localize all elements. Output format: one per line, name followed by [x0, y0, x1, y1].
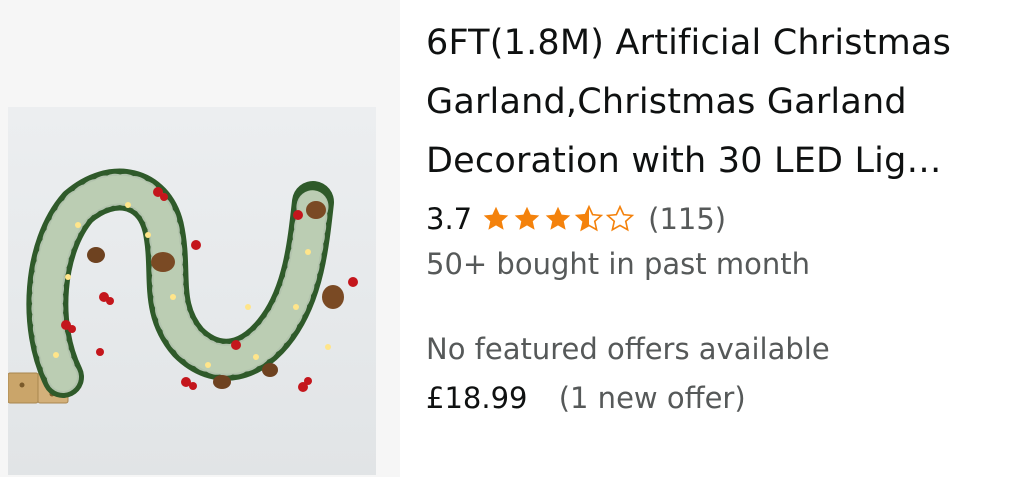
- star-half-icon: [574, 204, 604, 232]
- star-full-icon: [483, 206, 509, 230]
- product-card[interactable]: 6FT(1.8M) Artificial Christmas Garland,C…: [0, 0, 1015, 477]
- new-offer-link[interactable]: (1 new offer): [559, 381, 746, 415]
- product-info: 6FT(1.8M) Artificial Christmas Garland,C…: [426, 14, 1001, 418]
- product-title-line-3[interactable]: Decoration with 30 LED Lig…: [426, 132, 986, 191]
- no-featured-offers-text: No featured offers available: [426, 332, 830, 366]
- product-image-panel[interactable]: [0, 0, 400, 477]
- price-row: £18.99 (1 new offer): [426, 378, 1001, 418]
- product-title[interactable]: 6FT(1.8M) Artificial Christmas Garland,C…: [426, 14, 1001, 191]
- rating-row[interactable]: 3.7 (115): [426, 199, 1001, 239]
- product-image[interactable]: [8, 107, 376, 475]
- star-full-icon: [545, 206, 571, 230]
- rating-value: 3.7: [426, 202, 473, 236]
- star-empty-icon: [605, 204, 635, 232]
- product-title-line-2[interactable]: Garland,Christmas Garland: [426, 73, 986, 132]
- star-rating[interactable]: [481, 204, 636, 234]
- garland-illustration: [8, 168, 358, 404]
- product-title-line-1[interactable]: 6FT(1.8M) Artificial Christmas: [426, 14, 986, 73]
- price: £18.99: [426, 381, 528, 415]
- bought-in-past-month: 50+ bought in past month: [426, 247, 810, 281]
- review-count-link[interactable]: (115): [648, 202, 726, 236]
- star-full-icon: [514, 206, 540, 230]
